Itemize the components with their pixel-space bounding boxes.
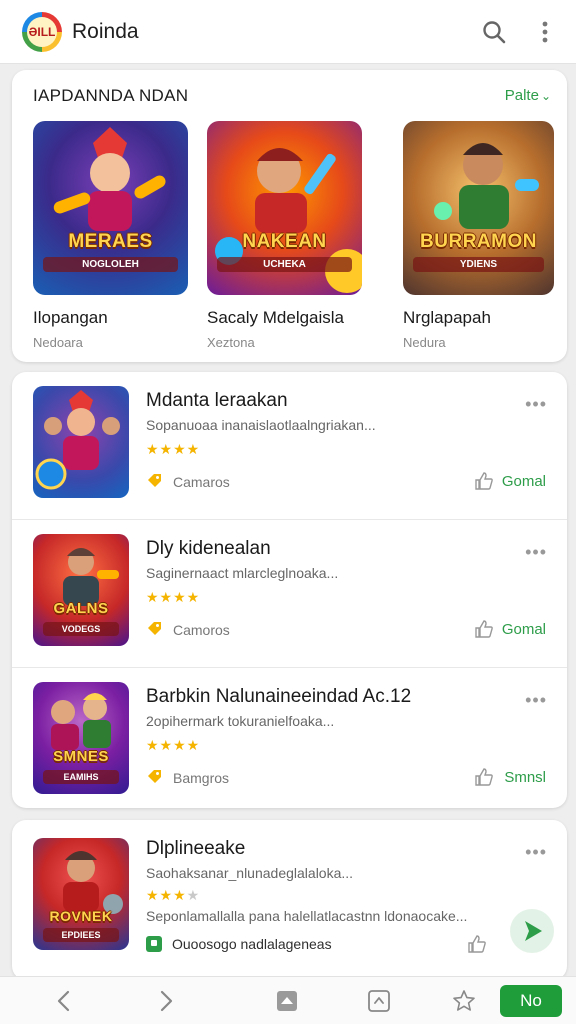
thumbs-up-icon[interactable]	[467, 934, 487, 954]
featured-item[interactable]: NAKEAN UCHEKA Sacaly Mdelgaisla Xeztona	[207, 121, 362, 350]
game-thumbnail: SMNES EAMIHS	[33, 682, 129, 794]
back-icon[interactable]	[52, 989, 76, 1013]
app-logo[interactable]: ƏILL	[22, 12, 62, 52]
more-options-icon[interactable]: •••	[525, 394, 547, 415]
game-list: Mdanta leraakan Sopanuoaa inanaislaotlaa…	[12, 372, 567, 808]
list-item-title: Barbkin Nalunaineeindad Ac.12	[146, 686, 412, 707]
game-thumbnail: BURRAMON YDIENS	[403, 121, 554, 295]
game-art-subtitle: EPDIEES	[43, 928, 119, 942]
list-item-title: Dlplineeake	[146, 838, 246, 859]
featured-item-subtitle: Nedura	[403, 335, 446, 350]
game-art-subtitle: UCHEKA	[217, 257, 352, 272]
section-more-link[interactable]: Palte ⌄	[505, 87, 551, 104]
more-options-icon[interactable]: •••	[525, 842, 547, 863]
list-item-category: Bamgros	[173, 770, 230, 786]
category-icon	[148, 622, 161, 635]
star-icon[interactable]	[452, 989, 476, 1013]
game-thumbnail	[33, 386, 129, 498]
game-thumbnail: NAKEAN UCHEKA	[207, 121, 362, 295]
list-item[interactable]: GALNS VODEGS Dly kidenealan Saginernaact…	[12, 520, 567, 668]
featured-item-name: Nrglapapah	[403, 308, 491, 327]
section-title: IAPDANNDA NDAN	[33, 86, 189, 105]
app-title: Roinda	[72, 20, 139, 43]
list-item-description: Saginernaact mlarcleglnoaka...	[146, 565, 339, 581]
list-item-expanded[interactable]: ROVNEK EPDIEES Dlplineeake Saohaksanar_n…	[12, 820, 567, 980]
game-art-title: SMNES	[53, 748, 109, 765]
more-options-icon[interactable]: •••	[525, 690, 547, 711]
featured-item-subtitle: Xeztona	[207, 335, 255, 350]
game-art-title: GALNS	[53, 600, 109, 617]
featured-item[interactable]: BURRAMON YDIENS Nrglapapah Nedura	[403, 121, 554, 350]
list-item[interactable]: SMNES EAMIHS Barbkin Nalunaineeindad Ac.…	[12, 668, 567, 808]
featured-item[interactable]: MERAES NOGLOLEH Ilopangan Nedoara	[33, 121, 188, 350]
game-art-subtitle: NOGLOLEH	[43, 257, 178, 272]
share-icon[interactable]	[367, 989, 391, 1013]
forward-icon[interactable]	[154, 989, 178, 1013]
game-thumbnail: ROVNEK EPDIEES	[33, 838, 129, 950]
list-item-note: Ouoosogo nadlalageneas	[172, 936, 332, 952]
list-item-description: Sopanuoaa inanaislaotlaalngriakan...	[146, 417, 376, 433]
rating-stars: ★★★★	[146, 441, 201, 457]
featured-item-name: Sacaly Mdelgaisla	[207, 308, 345, 327]
play-button[interactable]	[510, 909, 554, 953]
top-app-bar: ƏILL Roinda	[0, 0, 576, 64]
game-art-subtitle: VODEGS	[43, 622, 119, 636]
list-item-action[interactable]: Gomal	[502, 621, 546, 638]
rating-stars: ★★★★	[146, 737, 201, 753]
list-item-category: Camoros	[173, 622, 230, 638]
list-item-title: Mdanta leraakan	[146, 390, 288, 411]
bottom-toolbar: No	[0, 976, 576, 1024]
game-art-title: BURRAMON	[420, 231, 537, 252]
category-icon	[148, 770, 161, 783]
thumbs-up-icon[interactable]	[474, 471, 494, 491]
list-item-details: Seponlamallalla pana halellatlacastnn ld…	[146, 908, 468, 924]
list-item-description: Saohaksanar_nlunadeglalaloka...	[146, 865, 354, 881]
play-icon	[525, 921, 542, 941]
chevron-down-icon: ⌄	[540, 89, 551, 103]
list-item-title: Dly kidenealan	[146, 538, 271, 559]
list-item-category: Camaros	[173, 474, 230, 490]
verified-icon	[146, 936, 162, 952]
thumbs-up-icon[interactable]	[474, 767, 494, 787]
featured-item-subtitle: Nedoara	[33, 335, 83, 350]
more-options-icon[interactable]: •••	[525, 542, 547, 563]
primary-action-button[interactable]: No	[500, 985, 562, 1017]
featured-item-name: Ilopangan	[33, 308, 108, 327]
app-logo-text: ƏILL	[27, 17, 57, 47]
game-art-subtitle: EAMIHS	[43, 770, 119, 784]
list-item-action[interactable]: Smnsl	[504, 769, 546, 786]
game-art-subtitle: YDIENS	[413, 257, 544, 272]
game-art-title: ROVNEK	[49, 908, 113, 924]
more-vert-icon[interactable]	[531, 18, 559, 46]
list-item[interactable]: Mdanta leraakan Sopanuoaa inanaislaotlaa…	[12, 372, 567, 520]
search-icon[interactable]	[480, 18, 508, 46]
hero-art	[35, 390, 120, 490]
section-more-label: Palte	[504, 87, 539, 104]
rating-stars: ★★★★	[146, 887, 201, 903]
game-thumbnail: MERAES NOGLOLEH	[33, 121, 188, 295]
thumbs-up-icon[interactable]	[474, 619, 494, 639]
list-item-description: 2opihermark tokuranielfoaka...	[146, 713, 335, 729]
game-art-title: MERAES	[68, 231, 153, 252]
list-item-action[interactable]: Gomal	[502, 473, 546, 490]
featured-section: IAPDANNDA NDAN Palte ⌄ MERAES NOGLOLEH Il…	[12, 70, 567, 362]
rating-stars: ★★★★	[146, 589, 201, 605]
category-icon	[148, 474, 161, 487]
home-icon[interactable]	[275, 989, 299, 1013]
game-art-title: NAKEAN	[242, 231, 327, 252]
game-thumbnail: GALNS VODEGS	[33, 534, 129, 646]
